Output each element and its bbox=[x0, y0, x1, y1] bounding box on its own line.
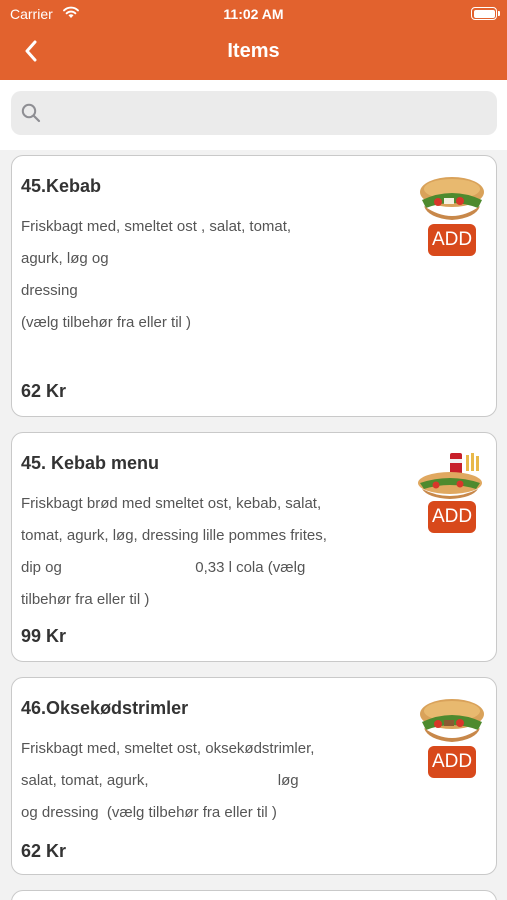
battery-icon bbox=[471, 7, 500, 20]
description-line: tomat, agurk, løg, dressing lille pommes… bbox=[21, 527, 327, 544]
item-description: Friskbagt med, smeltet ost, oksekødstrim… bbox=[21, 733, 376, 829]
menu-item-card[interactable]: 45. Kebab menu Friskbagt brød med smelte… bbox=[11, 432, 497, 662]
nav-bar: Items bbox=[0, 28, 507, 80]
app-header: Carrier 11:02 AM Items bbox=[0, 0, 507, 80]
status-bar: Carrier 11:02 AM bbox=[0, 0, 507, 28]
search-input[interactable] bbox=[49, 91, 489, 135]
status-time: 11:02 AM bbox=[223, 6, 284, 22]
kebab-image bbox=[416, 174, 488, 231]
description-line: dip og 0,33 l cola (vælg bbox=[21, 559, 306, 576]
add-button[interactable]: ADD bbox=[428, 746, 476, 778]
item-description: Friskbagt med, smeltet ost , salat, toma… bbox=[21, 211, 376, 339]
add-button[interactable]: ADD bbox=[428, 224, 476, 256]
item-price: 62 Kr bbox=[21, 841, 67, 861]
description-line: (vælg tilbehør fra eller til ) bbox=[21, 314, 192, 331]
description-line: Friskbagt brød med smeltet ost, kebab, s… bbox=[21, 495, 322, 512]
description-line: Friskbagt med, smeltet ost , salat, toma… bbox=[21, 218, 292, 235]
description-line: Friskbagt med, smeltet ost, oksekødstrim… bbox=[21, 740, 315, 757]
search-icon bbox=[21, 103, 41, 128]
description-line: dressing bbox=[21, 282, 78, 299]
add-button[interactable]: ADD bbox=[428, 501, 476, 533]
kebab-image bbox=[416, 696, 488, 753]
menu-item-card[interactable] bbox=[11, 890, 497, 900]
item-name: 45. Kebab menu bbox=[21, 453, 160, 473]
description-line: agurk, løg og bbox=[21, 250, 109, 267]
description-line: og dressing (vælg tilbehør fra eller til… bbox=[21, 804, 277, 821]
kebab-menu-image bbox=[416, 451, 488, 508]
search-field[interactable] bbox=[11, 91, 497, 135]
description-line: salat, tomat, agurk, løg bbox=[21, 772, 299, 789]
item-description: Friskbagt brød med smeltet ost, kebab, s… bbox=[21, 488, 376, 616]
search-bar-container bbox=[0, 80, 507, 150]
item-price: 99 Kr bbox=[21, 626, 67, 646]
page-title: Items bbox=[227, 40, 280, 62]
item-name: 45.Kebab bbox=[21, 176, 102, 196]
menu-item-card[interactable]: 45.Kebab Friskbagt med, smeltet ost , sa… bbox=[11, 155, 497, 417]
menu-item-card[interactable]: 46.Oksekødstrimler Friskbagt med, smelte… bbox=[11, 677, 497, 875]
item-price: 62 Kr bbox=[21, 381, 67, 401]
item-name: 46.Oksekødstrimler bbox=[21, 698, 189, 718]
description-line: tilbehør fra eller til ) bbox=[21, 591, 150, 608]
